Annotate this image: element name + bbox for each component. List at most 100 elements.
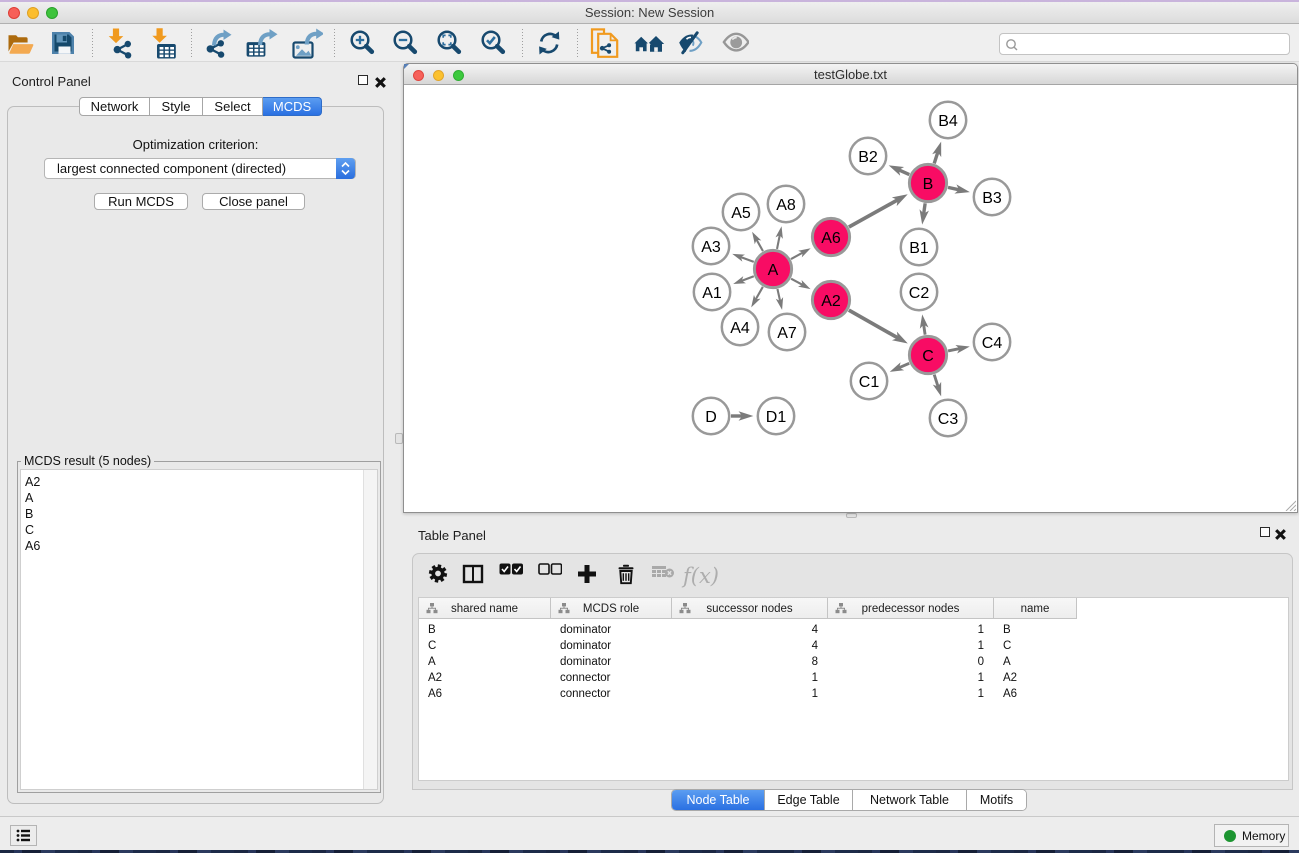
task-history-button[interactable] [10, 825, 37, 846]
graph-edge-A6-B[interactable] [849, 200, 898, 228]
table-cell[interactable]: B [419, 622, 551, 638]
import-table-icon[interactable] [148, 27, 180, 59]
tab-network[interactable]: Network [79, 97, 150, 116]
add-column-icon[interactable] [576, 563, 598, 590]
table-cell[interactable]: 1 [828, 686, 994, 702]
delete-column-icon[interactable] [616, 563, 636, 590]
zoom-fit-icon[interactable] [433, 27, 465, 59]
table-row[interactable]: Cdominator41C [419, 638, 1077, 654]
mcds-result-item[interactable]: B [21, 506, 377, 522]
graph-edge-C-C1[interactable] [899, 363, 910, 368]
table-cell[interactable]: 4 [672, 622, 828, 638]
table-cell[interactable]: C [994, 638, 1077, 654]
table-cell[interactable]: dominator [551, 622, 672, 638]
table-row[interactable]: Bdominator41B [419, 622, 1077, 638]
zoom-selected-icon[interactable] [477, 27, 509, 59]
column-header-shared-name[interactable]: shared name [419, 598, 551, 619]
table-cell[interactable]: A6 [994, 686, 1077, 702]
graph-edge-B-B2[interactable] [898, 170, 909, 175]
table-cell[interactable]: connector [551, 670, 672, 686]
delete-table-icon[interactable] [651, 563, 675, 584]
graph-edge-A-A8[interactable] [777, 235, 780, 249]
table-cell[interactable]: 8 [672, 654, 828, 670]
column-header-predecessor-nodes[interactable]: predecessor nodes [828, 598, 994, 619]
show-selected-icon[interactable] [715, 27, 747, 59]
close-panel-icon[interactable] [375, 75, 386, 86]
import-url-icon[interactable] [588, 27, 620, 59]
table-cell[interactable]: connector [551, 686, 672, 702]
scrollbar-track[interactable] [363, 470, 377, 789]
export-network-icon[interactable] [201, 27, 233, 59]
export-image-icon[interactable] [285, 27, 317, 59]
tab-network-table[interactable]: Network Table [852, 790, 966, 810]
graph-edge-A-A5[interactable] [756, 239, 763, 251]
float-panel-icon[interactable] [358, 75, 368, 85]
network-resize-grip[interactable] [1285, 500, 1296, 511]
mcds-result-item[interactable]: A2 [21, 474, 377, 490]
horizontal-splitter-grip[interactable] [846, 513, 857, 518]
split-columns-icon[interactable] [462, 563, 484, 590]
tab-style[interactable]: Style [150, 97, 203, 116]
graph-edge-C-C2[interactable] [924, 324, 926, 335]
table-row[interactable]: A2connector11A2 [419, 670, 1077, 686]
search-input[interactable] [1022, 35, 1282, 53]
graph-edge-A-A3[interactable] [740, 257, 754, 262]
select-all-icon[interactable] [499, 563, 523, 581]
tab-motifs[interactable]: Motifs [966, 790, 1026, 810]
column-header-successor-nodes[interactable]: successor nodes [672, 598, 828, 619]
mcds-result-item[interactable]: C [21, 522, 377, 538]
table-cell[interactable]: A6 [419, 686, 551, 702]
float-panel-icon[interactable] [1260, 527, 1270, 537]
zoom-out-icon[interactable] [389, 27, 421, 59]
settings-icon[interactable] [428, 563, 448, 589]
table-cell[interactable]: 1 [828, 622, 994, 638]
function-builder-icon[interactable]: f(x) [681, 563, 721, 594]
graph-edge-C-C4[interactable] [948, 348, 960, 350]
table-cell[interactable]: C [419, 638, 551, 654]
table-cell[interactable]: A2 [419, 670, 551, 686]
table-cell[interactable]: 1 [672, 686, 828, 702]
refresh-icon[interactable] [533, 27, 565, 59]
memory-button[interactable]: Memory [1214, 824, 1289, 847]
criterion-dropdown[interactable]: largest connected component (directed) [44, 158, 356, 179]
mcds-result-item[interactable]: A [21, 490, 377, 506]
tab-node-table[interactable]: Node Table [672, 790, 764, 810]
table-cell[interactable]: A [994, 654, 1077, 670]
graph-edge-A-A6[interactable] [791, 252, 803, 259]
column-header-MCDS-role[interactable]: MCDS role [551, 598, 672, 619]
table-cell[interactable]: 1 [828, 638, 994, 654]
table-cell[interactable]: dominator [551, 654, 672, 670]
table-cell[interactable]: 1 [828, 670, 994, 686]
zoom-in-icon[interactable] [346, 27, 378, 59]
tab-mcds[interactable]: MCDS [263, 97, 322, 116]
import-network-icon[interactable] [104, 27, 136, 59]
table-cell[interactable]: A2 [994, 670, 1077, 686]
column-header-name[interactable]: name [994, 598, 1077, 619]
run-mcds-button[interactable]: Run MCDS [94, 193, 188, 210]
graph-edge-A-A7[interactable] [777, 289, 780, 302]
table-cell[interactable]: dominator [551, 638, 672, 654]
mcds-result-item[interactable]: A6 [21, 538, 377, 554]
open-folder-icon[interactable] [5, 27, 37, 59]
vertical-splitter-grip[interactable] [395, 433, 403, 444]
graph-edge-B-B1[interactable] [924, 203, 926, 214]
deselect-all-icon[interactable] [538, 563, 562, 581]
graph-edge-A-A2[interactable] [791, 279, 803, 285]
graph-edge-A2-C[interactable] [849, 310, 899, 338]
table-cell[interactable]: 1 [672, 670, 828, 686]
export-table-icon[interactable] [242, 27, 274, 59]
table-cell[interactable]: A [419, 654, 551, 670]
show-all-networks-icon[interactable] [631, 27, 663, 59]
close-panel-button[interactable]: Close panel [202, 193, 305, 210]
table-cell[interactable]: 0 [828, 654, 994, 670]
hide-selected-icon[interactable] [674, 27, 706, 59]
close-panel-icon[interactable] [1275, 527, 1286, 538]
table-row[interactable]: Adominator80A [419, 654, 1077, 670]
save-icon[interactable] [47, 27, 79, 59]
table-cell[interactable]: 4 [672, 638, 828, 654]
tab-select[interactable]: Select [203, 97, 263, 116]
network-window-titlebar[interactable]: testGlobe.txt [404, 64, 1297, 85]
graph-edge-A-A1[interactable] [741, 276, 754, 281]
graph-edge-B-B3[interactable] [948, 187, 960, 190]
table-row[interactable]: A6connector11A6 [419, 686, 1077, 702]
